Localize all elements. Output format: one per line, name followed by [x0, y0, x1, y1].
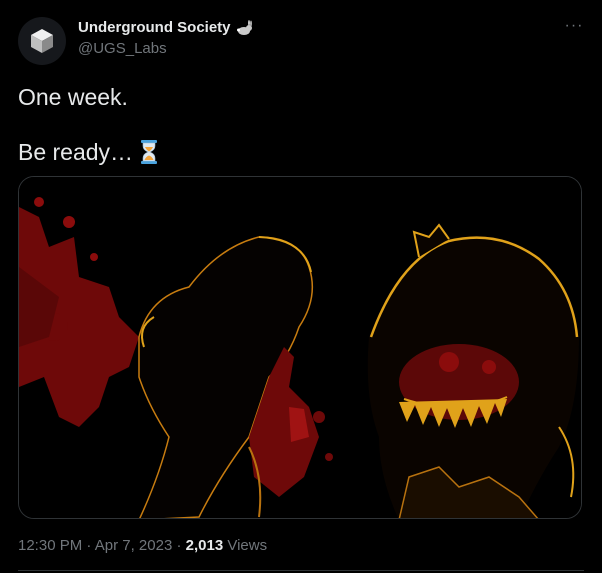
artwork-image [19, 177, 581, 518]
tweet-meta: 12:30 PM · Apr 7, 2023 · 2,013 Views [18, 537, 267, 554]
tweet-date[interactable]: Apr 7, 2023 [95, 537, 173, 554]
handle[interactable]: @UGS_Labs [78, 40, 167, 57]
tweet-text-line-1: One week. [18, 84, 128, 110]
rabbit-icon [236, 19, 252, 35]
tweet-text: One week. Be ready… [18, 83, 578, 166]
views-count: 2,013 [185, 537, 224, 554]
divider [18, 570, 584, 571]
more-options-icon[interactable]: ··· [564, 18, 584, 39]
display-name[interactable]: Underground Society [78, 19, 253, 36]
tweet-text-line-2: Be ready… [18, 139, 134, 165]
tweet-text-line-2-row: Be ready… [18, 138, 578, 166]
display-name-text[interactable]: Underground Society [78, 19, 231, 36]
views-label: Views [223, 537, 268, 554]
meta-separator: · [82, 537, 95, 554]
media-image[interactable] [18, 176, 582, 519]
avatar[interactable] [18, 17, 66, 65]
hourglass-icon [141, 140, 158, 164]
cube-logo-icon [31, 29, 53, 53]
meta-separator: · [172, 537, 186, 554]
tweet-time[interactable]: 12:30 PM [18, 537, 82, 554]
